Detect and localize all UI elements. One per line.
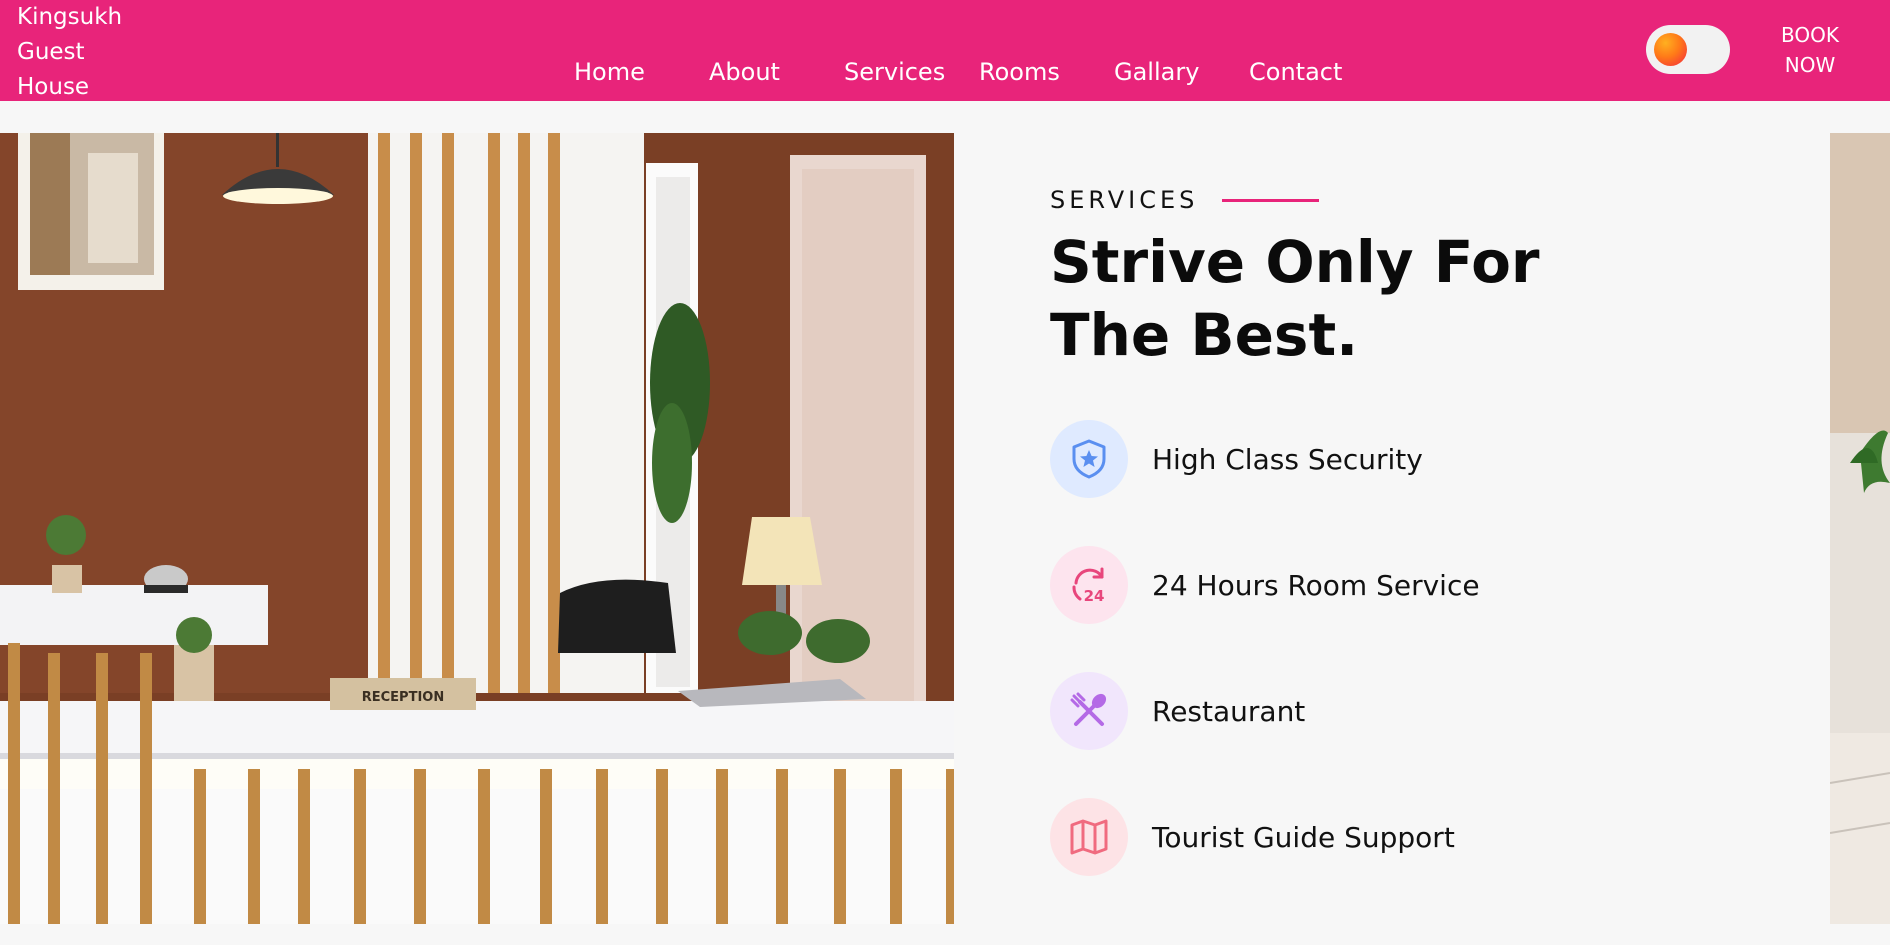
map-icon (1050, 798, 1128, 876)
service-item-room-service: 24 24 Hours Room Service (1050, 546, 1480, 624)
nav-link-gallary[interactable]: Gallary (1114, 57, 1199, 87)
service-item-security: High Class Security (1050, 420, 1423, 498)
service-label: Restaurant (1152, 694, 1306, 728)
nav-link-about[interactable]: About (709, 57, 780, 87)
theme-toggle[interactable] (1646, 25, 1730, 74)
reception-sign-text: RECEPTION (362, 690, 444, 705)
nav-link-services[interactable]: Services (844, 57, 945, 87)
svg-text:24: 24 (1084, 587, 1105, 605)
brand-name[interactable]: Kingsukh Guest House (17, 0, 147, 105)
reception-photo: RECEPTION (0, 133, 954, 924)
toggle-knob (1654, 33, 1687, 66)
24-hours-icon: 24 (1050, 546, 1128, 624)
utensils-icon (1050, 672, 1128, 750)
service-label: 24 Hours Room Service (1152, 568, 1480, 602)
nav-link-contact[interactable]: Contact (1249, 57, 1342, 87)
eyebrow-divider (1222, 198, 1320, 202)
service-label: High Class Security (1152, 442, 1423, 476)
service-item-restaurant: Restaurant (1050, 672, 1305, 750)
service-label: Tourist Guide Support (1152, 820, 1455, 854)
book-now-button[interactable]: BOOK NOW (1770, 20, 1850, 80)
eyebrow-label: SERVICES (1050, 186, 1199, 214)
navbar: Kingsukh Guest House Home About Services… (0, 0, 1890, 101)
shield-star-icon (1050, 420, 1128, 498)
section-headline: Strive Only For The Best. (1050, 228, 1540, 369)
service-item-tourist-guide: Tourist Guide Support (1050, 798, 1455, 876)
section-eyebrow: SERVICES (1050, 186, 1320, 214)
nav-link-home[interactable]: Home (574, 57, 645, 87)
nav-link-rooms[interactable]: Rooms (979, 57, 1060, 87)
next-slide-photo (1830, 133, 1890, 924)
